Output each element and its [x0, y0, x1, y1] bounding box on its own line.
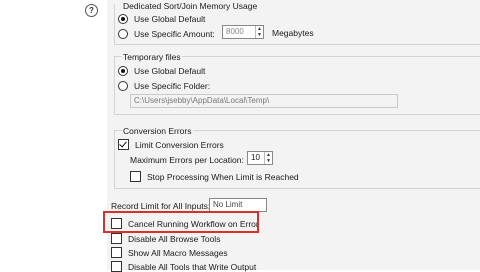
- sort-join-specific-amount-radio[interactable]: [118, 29, 128, 39]
- temp-global-default-radio[interactable]: [118, 66, 128, 76]
- stop-processing-label: Stop Processing When Limit is Reached: [147, 171, 299, 182]
- stepper-arrows-icon[interactable]: ▲ ▼: [255, 26, 263, 38]
- temp-specific-folder-radio[interactable]: [118, 81, 128, 91]
- left-pane: ?: [0, 0, 107, 270]
- sort-join-global-default-option[interactable]: Use Global Default: [118, 14, 205, 24]
- limit-conversion-errors-label: Limit Conversion Errors: [135, 139, 224, 150]
- show-macro-messages-label: Show All Macro Messages: [128, 247, 228, 258]
- stepper-arrows-icon[interactable]: ▲ ▼: [264, 152, 272, 164]
- disable-output-tools-option[interactable]: Disable All Tools that Write Output: [111, 261, 256, 272]
- sort-join-units: Megabytes: [272, 28, 314, 38]
- sort-join-amount-stepper[interactable]: 8000 ▲ ▼: [222, 25, 264, 39]
- max-errors-label: Maximum Errors per Location:: [130, 155, 244, 165]
- conversion-errors-group: Conversion Errors Limit Conversion Error…: [114, 126, 480, 189]
- disable-browse-tools-checkbox[interactable]: [111, 233, 122, 244]
- max-errors-stepper[interactable]: 10 ▲ ▼: [247, 151, 273, 165]
- max-errors-value: 10: [251, 153, 260, 162]
- show-macro-messages-checkbox[interactable]: [111, 247, 122, 258]
- help-icon[interactable]: ?: [85, 4, 98, 17]
- sort-join-title: Dedicated Sort/Join Memory Usage: [122, 1, 259, 11]
- temporary-files-group: Temporary files Use Global Default Use S…: [114, 52, 480, 115]
- temp-specific-folder-option[interactable]: Use Specific Folder:: [118, 81, 210, 91]
- disable-output-tools-checkbox[interactable]: [111, 261, 122, 272]
- sort-join-memory-group: Dedicated Sort/Join Memory Usage Use Glo…: [114, 1, 480, 45]
- highlight-annotation-box: [103, 211, 259, 233]
- sort-join-specific-amount-label: Use Specific Amount:: [134, 29, 215, 39]
- record-limit-label: Record Limit for All Inputs:: [111, 201, 211, 211]
- sort-join-global-default-radio[interactable]: [118, 14, 128, 24]
- record-limit-field[interactable]: No Limit: [209, 198, 267, 212]
- temporary-files-title: Temporary files: [122, 52, 182, 62]
- sort-join-specific-amount-option[interactable]: Use Specific Amount:: [118, 29, 215, 39]
- limit-conversion-errors-checkbox[interactable]: [118, 139, 129, 150]
- disable-browse-tools-label: Disable All Browse Tools: [128, 233, 221, 244]
- sort-join-amount-value: 8000: [226, 27, 244, 36]
- sort-join-global-default-label: Use Global Default: [134, 14, 206, 24]
- temp-global-default-option[interactable]: Use Global Default: [118, 66, 205, 76]
- conversion-errors-title: Conversion Errors: [122, 126, 193, 136]
- temp-folder-path-field[interactable]: C:\Users\jsebby\AppData\Local\Temp\: [130, 94, 398, 108]
- disable-browse-tools-option[interactable]: Disable All Browse Tools: [111, 233, 220, 244]
- stop-processing-checkbox[interactable]: [130, 171, 141, 182]
- stop-processing-option[interactable]: Stop Processing When Limit is Reached: [130, 171, 299, 182]
- temp-global-default-label: Use Global Default: [134, 66, 206, 76]
- show-macro-messages-option[interactable]: Show All Macro Messages: [111, 247, 228, 258]
- limit-conversion-errors-option[interactable]: Limit Conversion Errors: [118, 139, 224, 150]
- temp-specific-folder-label: Use Specific Folder:: [134, 81, 211, 91]
- disable-output-tools-label: Disable All Tools that Write Output: [128, 261, 257, 272]
